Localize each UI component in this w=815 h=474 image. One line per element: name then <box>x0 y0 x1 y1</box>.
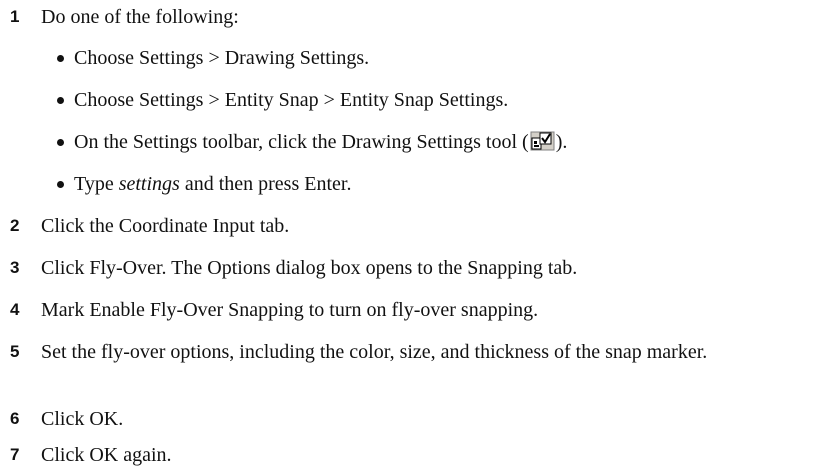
step-number: 6 <box>10 409 20 428</box>
step-number: 4 <box>10 300 20 319</box>
bullet-text-before: On the Settings toolbar, click the Drawi… <box>74 131 529 153</box>
bullet-dot <box>57 97 64 104</box>
step-1: 1 Do one of the following: <box>0 3 815 31</box>
instructions-document: 1 Do one of the following: Choose Settin… <box>0 0 815 474</box>
step-3: 3 Click Fly-Over. The Options dialog box… <box>0 254 815 282</box>
bullet-item: Choose Settings > Entity Snap > Entity S… <box>0 86 815 114</box>
bullet-text-after: ). <box>555 131 568 153</box>
bullet-text-after: and then press Enter. <box>179 173 352 195</box>
bullet-item: On the Settings toolbar, click the Drawi… <box>0 128 815 156</box>
bullet-item: Choose Settings > Drawing Settings. <box>0 44 815 72</box>
bullet-text: Type settings and then press Enter. <box>74 170 351 198</box>
step-4: 4 Mark Enable Fly-Over Snapping to turn … <box>0 296 815 324</box>
step-text: Click OK again. <box>41 444 172 466</box>
bullet-text-before: Type <box>74 173 119 195</box>
step-text: Click Fly-Over. The Options dialog box o… <box>41 257 578 279</box>
step-5: 5 Set the fly-over options, including th… <box>0 338 815 366</box>
bullet-text-italic: settings <box>118 173 180 195</box>
step-number: 3 <box>10 258 20 277</box>
step-number: 1 <box>10 7 20 26</box>
step-text: Do one of the following: <box>41 6 239 28</box>
bullet-text-with-icon: On the Settings toolbar, click the Drawi… <box>74 128 567 156</box>
bullet-text: Choose Settings > Entity Snap > Entity S… <box>74 89 509 111</box>
step-text: Set the fly-over options, including the … <box>41 341 708 363</box>
step-6: 6 Click OK. <box>0 405 815 433</box>
step-2: 2 Click the Coordinate Input tab. <box>0 212 815 240</box>
drawing-settings-tool-icon <box>529 130 556 152</box>
step-number: 5 <box>10 342 20 361</box>
bullet-dot <box>57 55 64 62</box>
bullet-text: Choose Settings > Drawing Settings. <box>74 47 370 69</box>
bullet-dot <box>57 181 64 188</box>
step-number: 2 <box>10 216 20 235</box>
step-text: Click OK. <box>41 408 124 430</box>
step-text: Mark Enable Fly-Over Snapping to turn on… <box>41 299 539 321</box>
step-number: 7 <box>10 445 20 464</box>
step-text: Click the Coordinate Input tab. <box>41 215 290 237</box>
bullet-dot <box>57 139 64 146</box>
step-7: 7 Click OK again. <box>0 441 815 469</box>
bullet-item: Type settings and then press Enter. <box>0 170 815 198</box>
